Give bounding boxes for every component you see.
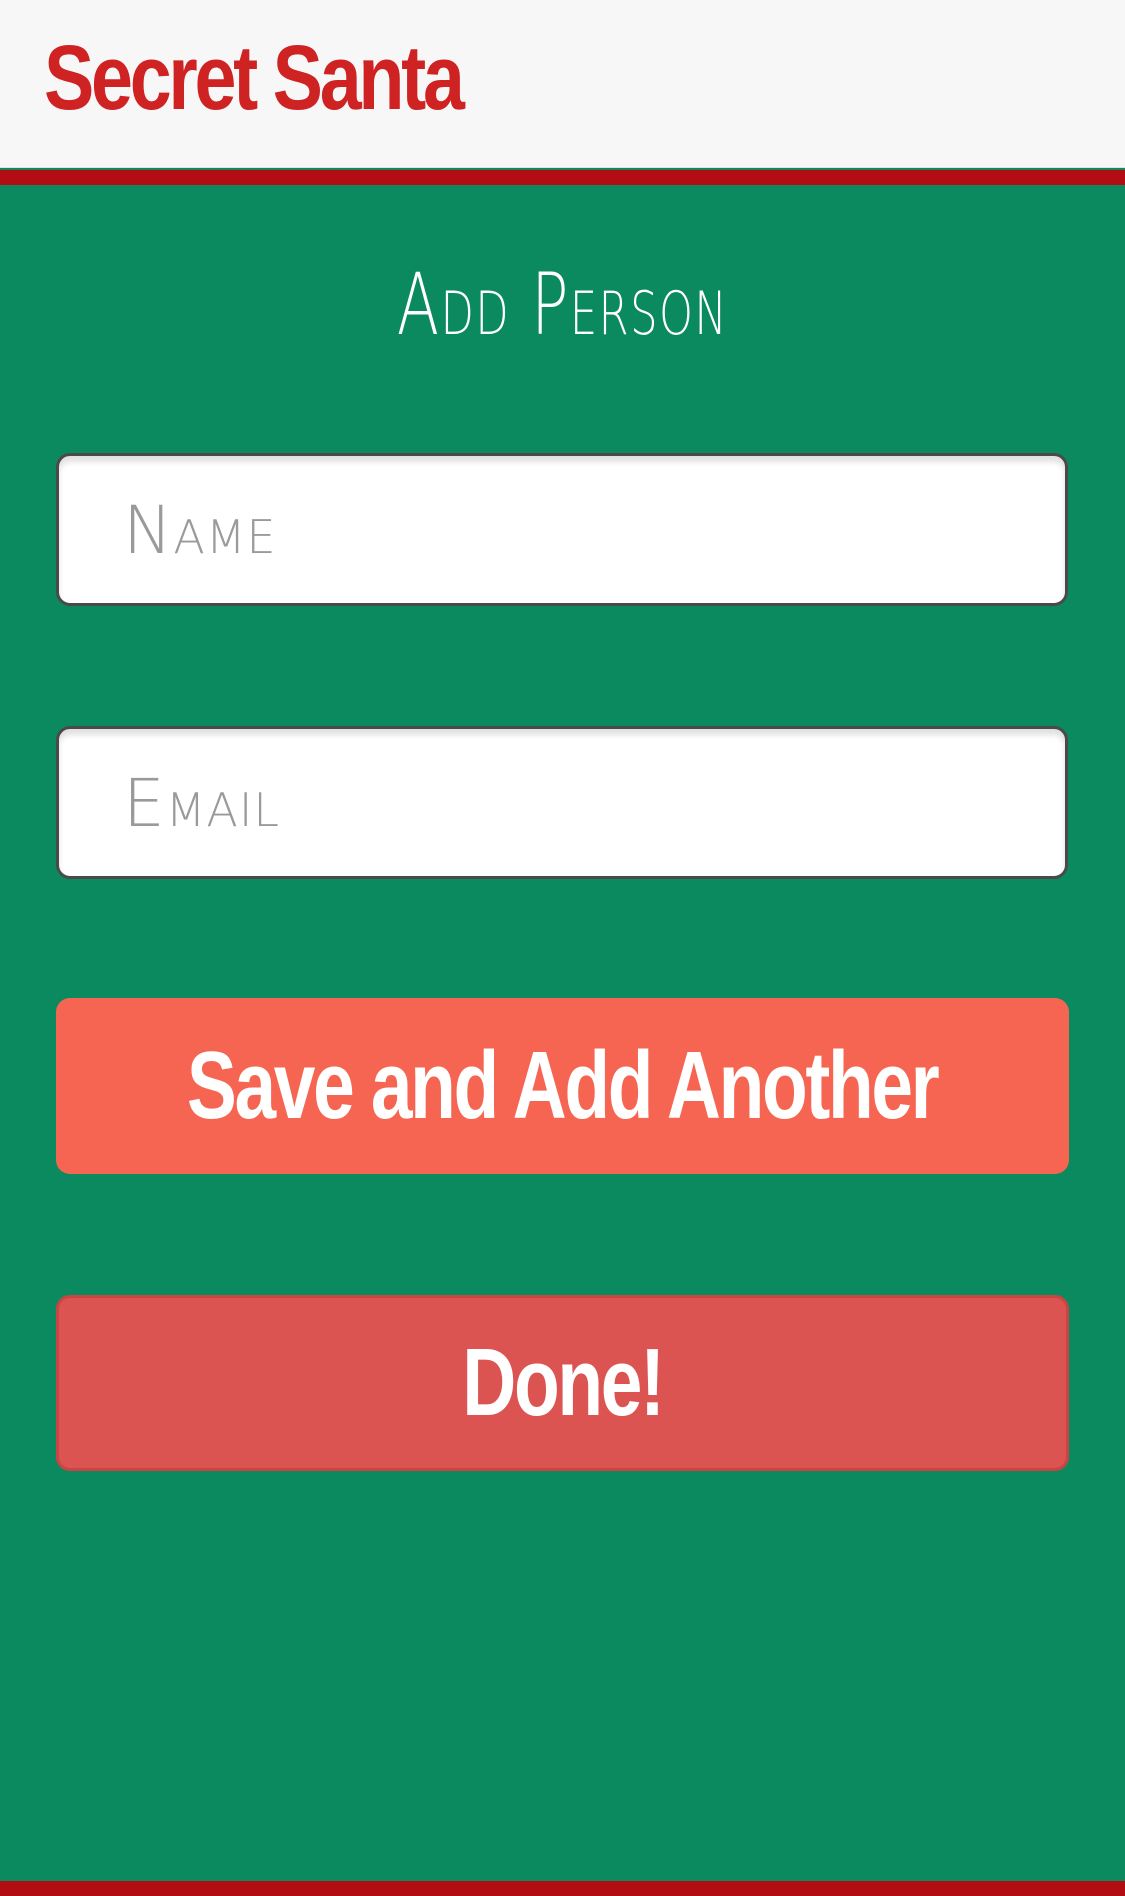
header-divider-stripe [0,170,1125,185]
save-button-label: Save and Add Another [187,1032,940,1139]
email-input[interactable] [121,729,1045,878]
footer-divider-stripe [0,1881,1125,1896]
name-field[interactable] [56,453,1068,606]
app-root: Secret Santa Add Person Save and Add Ano… [0,0,1125,1896]
page-title: Add Person [396,255,729,355]
email-field[interactable] [56,726,1068,879]
done-button[interactable]: Done! [56,1295,1069,1471]
app-logo-title[interactable]: Secret Santa [44,28,465,128]
save-and-add-another-button[interactable]: Save and Add Another [56,998,1069,1174]
name-input[interactable] [121,456,1045,605]
done-button-label: Done! [462,1329,665,1436]
header-bar: Secret Santa [0,0,1125,168]
